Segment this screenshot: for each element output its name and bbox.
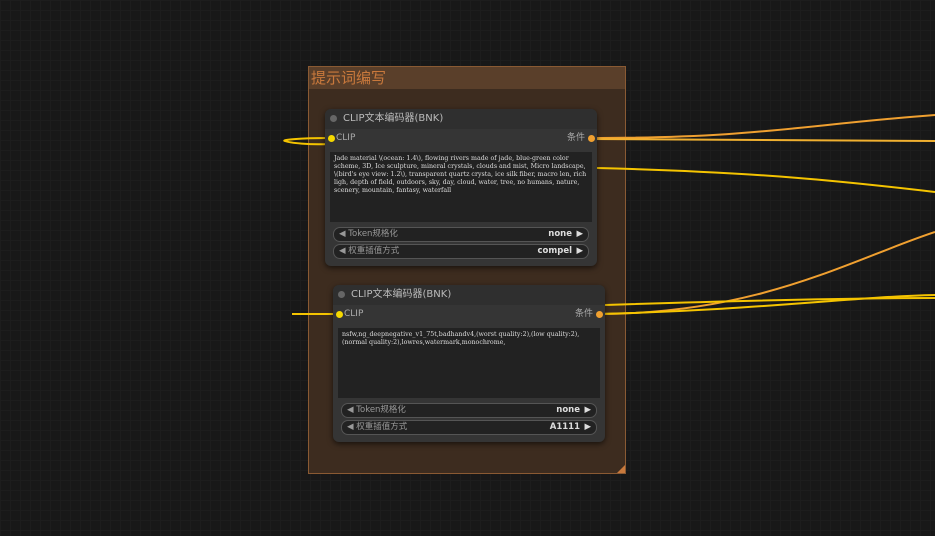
widget-label: 权重插值方式 [348, 246, 400, 256]
arrow-left-icon[interactable]: ◀ [339, 229, 348, 239]
weight-interpretation-combo[interactable]: ◀ 权重插值方式 A1111 ▶ [341, 420, 597, 435]
output-slot-icon[interactable] [588, 135, 595, 142]
widget-value: none [556, 405, 580, 415]
widget-value: compel [537, 246, 573, 256]
node-title[interactable]: CLIP文本编码器(BNK) [333, 285, 605, 305]
collapse-dot-icon[interactable] [338, 291, 345, 298]
wire-cond-2a [596, 231, 935, 315]
wires [283, 114, 935, 315]
output-conditioning[interactable]: 条件 [574, 305, 603, 323]
widget-value: none [548, 229, 572, 239]
wire-clip-1 [283, 137, 330, 146]
output-label: 条件 [566, 133, 585, 143]
widget-label: Token规格化 [356, 405, 406, 415]
wire-pass [596, 167, 935, 193]
arrow-left-icon[interactable]: ◀ [347, 405, 356, 415]
arrow-right-icon[interactable]: ▶ [576, 228, 583, 241]
clip-encoder-node-positive[interactable]: CLIP文本编码器(BNK) CLIP 条件 Jade material \(oc… [325, 109, 597, 266]
input-slot-icon[interactable] [328, 135, 335, 142]
widget-value: A1111 [549, 422, 580, 432]
weight-interpretation-combo[interactable]: ◀ 权重插值方式 compel ▶ [333, 244, 589, 259]
output-slot-icon[interactable] [596, 311, 603, 318]
node-title[interactable]: CLIP文本编码器(BNK) [325, 109, 597, 129]
input-clip[interactable]: CLIP [328, 129, 356, 147]
arrow-left-icon[interactable]: ◀ [347, 422, 356, 432]
output-label: 条件 [574, 309, 593, 319]
arrow-left-icon[interactable]: ◀ [339, 246, 348, 256]
prompt-textarea[interactable]: nsfw,ng_deepnegative_v1_75t,badhandv4,(w… [338, 328, 600, 398]
input-label: CLIP [344, 309, 364, 319]
wire-cond-2c [604, 297, 935, 306]
arrow-right-icon[interactable]: ▶ [576, 245, 583, 258]
arrow-right-icon[interactable]: ▶ [584, 421, 591, 434]
widget-label: 权重插值方式 [356, 422, 408, 432]
wire-cond-1a [588, 114, 935, 139]
arrow-right-icon[interactable]: ▶ [584, 404, 591, 417]
token-normalization-combo[interactable]: ◀ Token规格化 none ▶ [333, 227, 589, 242]
output-conditioning[interactable]: 条件 [566, 129, 595, 147]
node-title-text: CLIP文本编码器(BNK) [351, 289, 452, 300]
input-slot-icon[interactable] [336, 311, 343, 318]
wire-cond-1b [588, 138, 935, 142]
clip-encoder-node-negative[interactable]: CLIP文本编码器(BNK) CLIP 条件 nsfw,ng_deepnegati… [333, 285, 605, 442]
input-clip[interactable]: CLIP [336, 305, 364, 323]
collapse-dot-icon[interactable] [330, 115, 337, 122]
node-title-text: CLIP文本编码器(BNK) [343, 113, 444, 124]
widget-label: Token规格化 [348, 229, 398, 239]
input-label: CLIP [336, 133, 356, 143]
prompt-textarea[interactable]: Jade material \(ocean: 1.4\), flowing ri… [330, 152, 592, 222]
token-normalization-combo[interactable]: ◀ Token规格化 none ▶ [341, 403, 597, 418]
